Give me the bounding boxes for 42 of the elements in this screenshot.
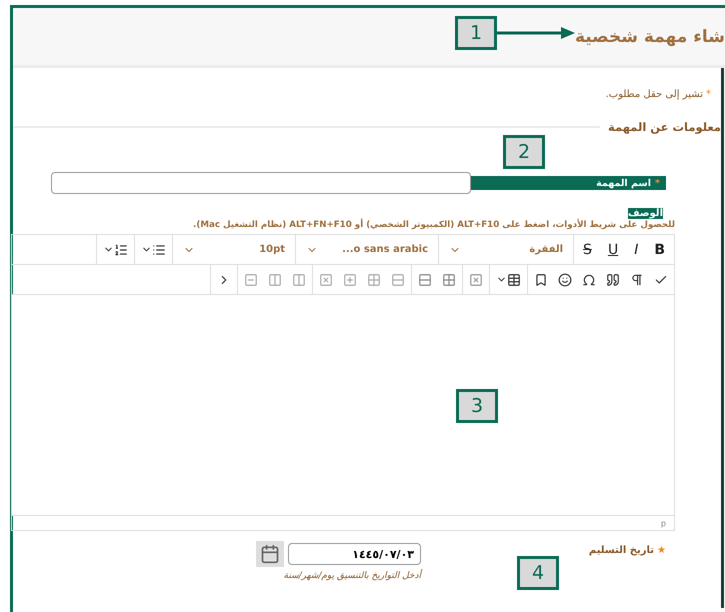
task-name-field[interactable] <box>51 172 471 194</box>
delete-table-icon[interactable] <box>469 272 483 286</box>
bookmark-icon[interactable] <box>534 272 548 286</box>
table-row-icon[interactable] <box>418 272 432 286</box>
numbered-list-icon <box>114 242 128 256</box>
date-field[interactable]: ١٤٤٥/٠٧/٠٣ <box>288 543 421 565</box>
table-cell-icon[interactable] <box>391 272 405 286</box>
callout-number: 3 <box>456 389 498 423</box>
field-label: ★ تاريخ التسليم <box>588 545 666 558</box>
table-cell-icon[interactable] <box>367 272 381 286</box>
date-format-hint: أدخل التواريخ بالتنسيق يوم/شهر/سنة <box>282 571 421 581</box>
quote-icon[interactable] <box>606 272 620 286</box>
pilcrow-icon[interactable] <box>630 272 644 286</box>
list-dropdown[interactable] <box>103 242 128 256</box>
toolbar-dropdown[interactable]: 10pt <box>179 235 290 264</box>
toolbar-dropdown[interactable]: الفقرة <box>445 235 568 264</box>
table-dropdown[interactable] <box>496 272 521 286</box>
omega-icon[interactable] <box>582 272 596 286</box>
required-note: تشير إلى حقل مطلوب. <box>606 88 703 100</box>
field-label: * اسم المهمة <box>471 176 666 190</box>
format-button[interactable]: B <box>651 242 668 258</box>
list-dropdown[interactable] <box>141 242 166 256</box>
calendar-icon[interactable] <box>256 541 284 567</box>
format-button[interactable]: S <box>580 242 595 258</box>
description-label: الوصف <box>628 208 663 219</box>
table-row-icon[interactable] <box>442 272 456 286</box>
list-icon <box>152 242 166 256</box>
element-path: p <box>660 518 666 528</box>
toolbar-help-text: للحصول على شريط الأدوات، اضغط على ALT+F10 (الكمبيوتر الشخصي) أو ALT+FN+F10 (نظام التشغيل Mac). <box>192 220 676 230</box>
table-cell-icon[interactable] <box>319 272 333 286</box>
callout-number: 4 <box>517 556 559 590</box>
page-title: شاء مهمة شخصية <box>574 26 725 46</box>
required-asterisk: * <box>706 88 711 100</box>
smiley-icon[interactable] <box>558 272 572 286</box>
callout-number: 2 <box>503 135 545 169</box>
format-button[interactable]: I <box>631 242 642 258</box>
section-title: معلومات عن المهمة <box>608 120 721 134</box>
callout-number: 1 <box>455 16 497 50</box>
table-icon <box>507 272 521 286</box>
toolbar-dropdown[interactable]: ...o sans arabic <box>302 235 432 264</box>
table-cell-icon[interactable] <box>343 272 357 286</box>
format-button[interactable]: U <box>604 242 622 258</box>
